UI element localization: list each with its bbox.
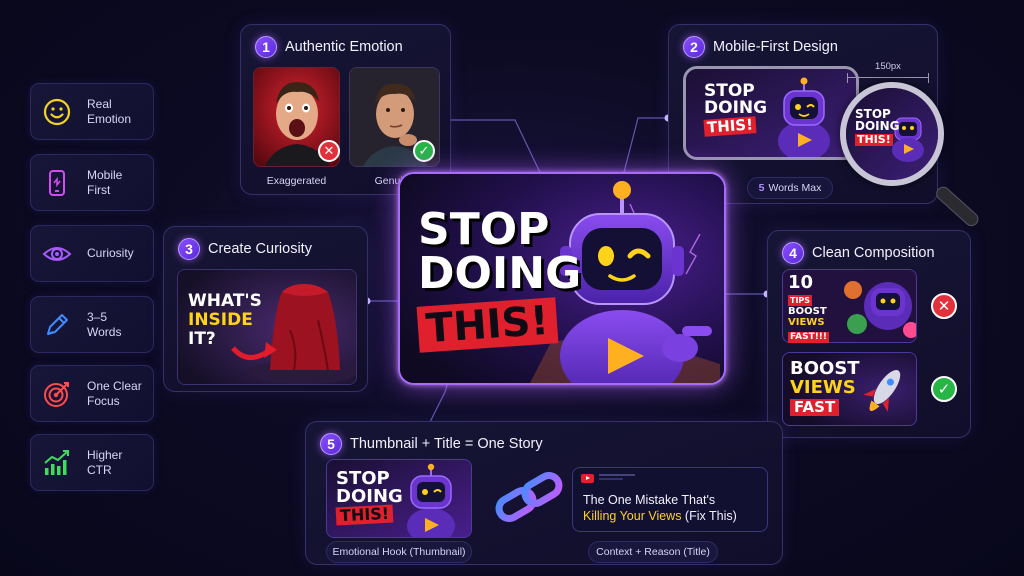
context-reason-pill: Context + Reason (Title) — [588, 541, 718, 563]
bad-line3: FAST!!! — [788, 332, 830, 343]
story-headline-this: THIS! — [335, 504, 394, 526]
word-limit-pill: 5 Words Max — [747, 177, 833, 199]
sidebar-item-label: Higher — [87, 447, 123, 462]
step-number: 1 — [255, 36, 277, 58]
panel-title: Create Curiosity — [208, 241, 312, 257]
step-number: 3 — [178, 238, 200, 260]
target-icon — [42, 379, 72, 409]
sidebar-item-label: CTR — [87, 462, 112, 477]
panel-create-curiosity: 3 Create Curiosity WHAT'S INSIDE IT? — [163, 226, 368, 392]
story-headline-doing: DOING — [336, 486, 403, 507]
panel-thumbnail-title-story: 5 Thumbnail + Title = One Story STOP DOI… — [305, 421, 783, 565]
panel-clean-composition: 4 Clean Composition 10 TIPS BOOST VIEWS … — [767, 230, 971, 438]
sidebar-item-one-clear-focus: One Clear Focus — [30, 365, 154, 422]
sidebar-item-word-count: 3–5 Words — [30, 296, 154, 353]
smiley-icon — [42, 97, 72, 127]
mag-headline-this: THIS! — [855, 133, 893, 146]
headline-it: IT? — [188, 329, 216, 349]
bad-tips: TIPS — [788, 295, 813, 306]
growth-chart-icon — [42, 448, 72, 478]
word-limit-text: Words Max — [768, 182, 822, 194]
sidebar-item-mobile-first: Mobile First — [30, 154, 154, 211]
video-title-line2: (Fix This) — [681, 509, 737, 523]
word-limit-number: 5 — [758, 182, 765, 194]
incorrect-x-icon: ✕ — [318, 140, 340, 162]
sidebar-item-higher-ctr: Higher CTR — [30, 434, 154, 491]
curiosity-headline: WHAT'S INSIDE IT? — [188, 292, 262, 349]
mobile-phone-icon — [42, 168, 72, 198]
main-headline: STOP DOING THIS! — [416, 204, 582, 355]
correct-check-icon: ✓ — [413, 140, 435, 162]
good-line1: BOOST — [790, 358, 860, 379]
headline-whats: WHAT'S — [188, 291, 262, 311]
headline-this-stamp: THIS! — [703, 115, 757, 137]
step-number: 5 — [320, 433, 342, 455]
sidebar-item-label: First — [87, 182, 111, 197]
pencil-icon — [42, 310, 72, 340]
sidebar-item-label: Focus — [87, 393, 120, 408]
clean-headline: BOOST VIEWS FAST — [790, 359, 860, 416]
good-line2: VIEWS — [790, 377, 856, 398]
video-title-highlight: Killing Your Views — [583, 509, 682, 523]
step-number: 2 — [683, 36, 705, 58]
good-line3: FAST — [790, 399, 840, 416]
sidebar-item-label: One Clear — [87, 378, 142, 393]
video-title-text: The One Mistake That's Killing Your View… — [583, 492, 765, 524]
sidebar-item-label: Mobile — [87, 167, 123, 182]
phone-thumbnail-text: STOP DOING THIS! — [703, 83, 768, 137]
panel-title: Thumbnail + Title = One Story — [350, 436, 543, 452]
channel-placeholder-lines — [599, 474, 639, 482]
mag-headline-doing: DOING — [855, 119, 900, 133]
panel-title: Mobile-First Design — [713, 39, 838, 55]
step-number: 4 — [782, 242, 804, 264]
story-headline: STOP DOING THIS! — [335, 470, 403, 526]
bad-line2: VIEWS — [788, 317, 825, 328]
main-headline-doing: DOING — [418, 248, 582, 299]
sidebar-item-label: Real — [87, 96, 112, 111]
magnifier-text: STOP DOING THIS! — [855, 108, 900, 146]
panel-title: Clean Composition — [812, 245, 935, 261]
sidebar-item-label: Words — [87, 324, 122, 339]
sidebar-item-label: Curiosity — [87, 246, 134, 260]
sidebar-item-label: 3–5 — [87, 309, 108, 324]
main-thumbnail: STOP DOING THIS! — [398, 172, 726, 385]
chain-link-icon — [492, 472, 566, 522]
main-headline-stop: STOP — [418, 204, 550, 255]
measure-label: 150px — [875, 61, 901, 72]
emotional-hook-pill: Emotional Hook (Thumbnail) — [326, 541, 472, 563]
incorrect-x-icon: ✕ — [931, 293, 957, 319]
bad-line1: BOOST — [788, 306, 827, 317]
correct-check-icon: ✓ — [931, 376, 957, 402]
main-headline-this: THIS! — [416, 297, 559, 353]
video-title-card: The One Mistake That's Killing Your View… — [572, 467, 768, 532]
panel-authentic-emotion: 1 Authentic Emotion ✕ ✓ Exaggerated Genu… — [240, 24, 451, 195]
sidebar-item-label: Emotion — [87, 111, 132, 126]
eye-icon — [42, 239, 72, 269]
bad-number: 10 — [788, 272, 814, 293]
headline-inside: INSIDE — [188, 310, 253, 330]
video-title-line1: The One Mistake That's — [583, 493, 716, 507]
sidebar-item-real-emotion: Real Emotion — [30, 83, 154, 140]
exaggerated-caption: Exaggerated — [266, 175, 327, 187]
sidebar-item-curiosity: Curiosity — [30, 225, 154, 282]
cluttered-headline: 10 TIPS BOOST VIEWS FAST!!! — [788, 272, 830, 343]
youtube-icon — [581, 474, 594, 483]
headline-doing: DOING — [704, 98, 768, 118]
panel-title: Authentic Emotion — [285, 39, 403, 55]
